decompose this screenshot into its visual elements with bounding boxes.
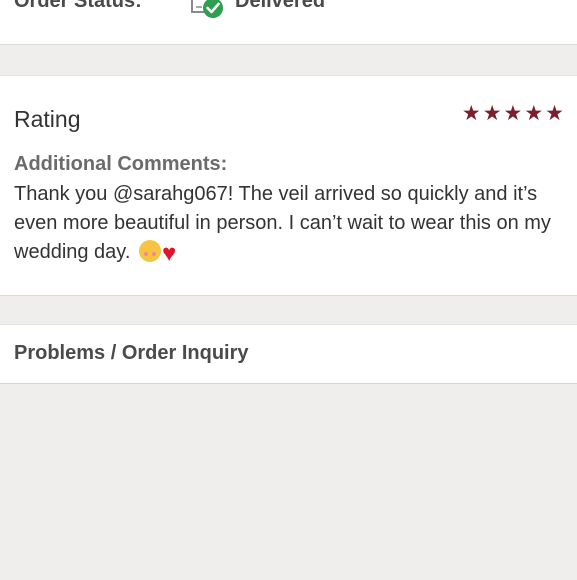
star-icon: ★	[524, 102, 544, 125]
rating-title: Rating	[14, 106, 81, 132]
order-status-card: Order Status: Delivered	[0, 0, 577, 45]
star-icon: ★	[482, 102, 502, 125]
smiling-face-with-hearts-icon	[138, 240, 161, 262]
order-inquiry-label: Problems / Order Inquiry	[14, 342, 249, 364]
order-status-value: Delivered	[235, 0, 326, 12]
red-heart-icon: ♥	[161, 240, 177, 267]
order-status-label: Order Status:	[14, 0, 142, 12]
additional-comments-heading: Additional Comments:	[14, 153, 228, 175]
package-delivered-icon	[190, 0, 226, 20]
rating-card: Rating ★ ★ ★ ★ ★ Additional Comments: Th…	[0, 75, 577, 296]
star-icon: ★	[461, 102, 481, 125]
star-icon: ★	[545, 102, 564, 125]
order-inquiry-row[interactable]: Problems / Order Inquiry	[0, 324, 577, 384]
additional-comments-body: Thank you @sarahg067! The veil arrived s…	[14, 180, 574, 268]
star-rating: ★ ★ ★ ★ ★	[462, 103, 564, 124]
additional-comments-text: Thank you @sarahg067! The veil arrived s…	[14, 183, 551, 263]
star-icon: ★	[503, 102, 523, 125]
